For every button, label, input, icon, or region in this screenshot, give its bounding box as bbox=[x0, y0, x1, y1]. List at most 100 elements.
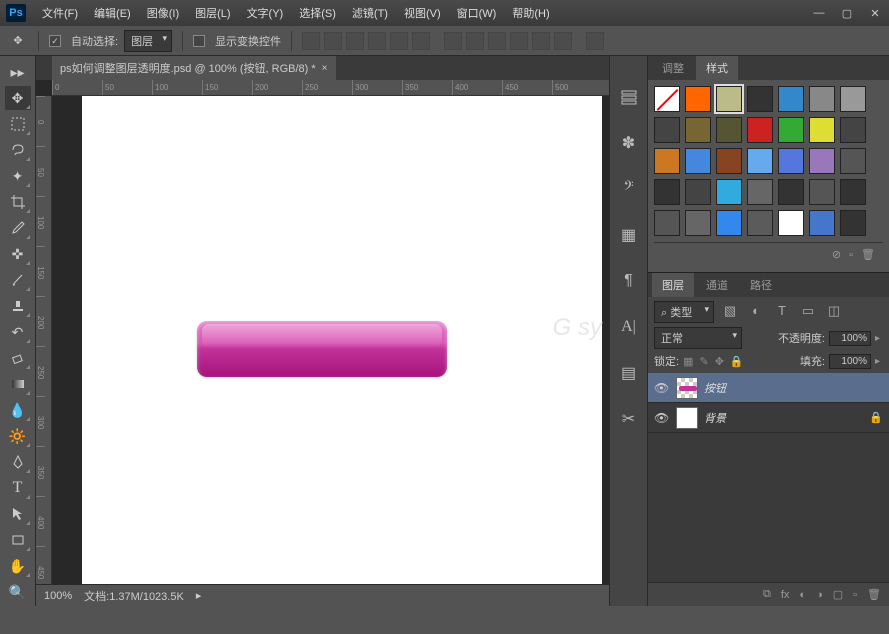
menu-filter[interactable]: 滤镜(T) bbox=[344, 1, 396, 25]
style-swatch[interactable] bbox=[840, 117, 866, 143]
menu-edit[interactable]: 编辑(E) bbox=[86, 1, 139, 25]
style-swatch[interactable] bbox=[809, 117, 835, 143]
style-swatch[interactable] bbox=[747, 179, 773, 205]
healing-tool[interactable]: ✜ bbox=[5, 242, 31, 266]
filter-smart-icon[interactable]: ◫ bbox=[824, 303, 844, 321]
style-swatch[interactable] bbox=[809, 148, 835, 174]
style-swatch[interactable] bbox=[840, 210, 866, 236]
crop-tool[interactable] bbox=[5, 190, 31, 214]
hand-tool[interactable]: ✋ bbox=[5, 554, 31, 578]
maximize-button[interactable]: ▢ bbox=[833, 2, 861, 24]
style-swatch[interactable] bbox=[747, 148, 773, 174]
lasso-tool[interactable] bbox=[5, 138, 31, 162]
dock-gear-icon[interactable]: ✽ bbox=[618, 132, 640, 154]
dodge-tool[interactable]: 🔆 bbox=[5, 424, 31, 448]
style-swatch[interactable] bbox=[716, 117, 742, 143]
lock-pixels-icon[interactable]: ▦ bbox=[683, 355, 693, 368]
filter-type-dropdown[interactable]: ⌕ 类型 bbox=[654, 301, 714, 323]
marquee-tool[interactable] bbox=[5, 112, 31, 136]
close-tab-icon[interactable]: × bbox=[322, 63, 328, 74]
style-swatch[interactable] bbox=[747, 210, 773, 236]
visibility-icon[interactable]: 👁 bbox=[654, 381, 670, 395]
filter-adjust-icon[interactable]: ◐ bbox=[746, 303, 766, 321]
close-button[interactable]: ✕ bbox=[861, 2, 889, 24]
style-swatch[interactable] bbox=[716, 86, 742, 112]
pen-tool[interactable] bbox=[5, 450, 31, 474]
filter-image-icon[interactable]: ▧ bbox=[720, 303, 740, 321]
layer-item-button[interactable]: 👁 按钮 bbox=[648, 373, 889, 403]
auto-select-dropdown[interactable]: 图层 bbox=[124, 30, 172, 52]
style-swatch[interactable] bbox=[840, 148, 866, 174]
menu-file[interactable]: 文件(F) bbox=[34, 1, 86, 25]
style-swatch[interactable] bbox=[809, 179, 835, 205]
style-swatch[interactable] bbox=[716, 210, 742, 236]
dock-ruler-icon[interactable]: ✂ bbox=[618, 408, 640, 430]
status-arrow-icon[interactable]: ▸ bbox=[196, 589, 202, 602]
move-tool[interactable]: ✥ bbox=[5, 86, 31, 110]
filter-shape-icon[interactable]: ▭ bbox=[798, 303, 818, 321]
dock-paragraph-icon[interactable]: ¶ bbox=[618, 270, 640, 292]
delete-layer-icon[interactable]: 🗑 bbox=[867, 588, 881, 601]
opacity-input[interactable]: 100% bbox=[829, 331, 871, 346]
style-swatch[interactable] bbox=[778, 210, 804, 236]
pink-button-layer[interactable] bbox=[197, 321, 447, 377]
layer-item-background[interactable]: 👁 背景 🔒 bbox=[648, 403, 889, 433]
menu-view[interactable]: 视图(V) bbox=[396, 1, 449, 25]
style-swatch[interactable] bbox=[685, 86, 711, 112]
path-selection-tool[interactable] bbox=[5, 502, 31, 526]
dock-character-icon[interactable]: A| bbox=[618, 316, 640, 338]
dock-swatches-icon[interactable]: ▦ bbox=[618, 224, 640, 246]
style-swatch[interactable] bbox=[654, 179, 680, 205]
style-swatch[interactable] bbox=[778, 148, 804, 174]
canvas[interactable]: G sy bbox=[52, 96, 609, 584]
style-swatch[interactable] bbox=[840, 86, 866, 112]
dock-brush-icon[interactable]: 𝄢 bbox=[618, 178, 640, 200]
magic-wand-tool[interactable]: ✦ bbox=[5, 164, 31, 188]
menu-select[interactable]: 选择(S) bbox=[291, 1, 344, 25]
style-swatch[interactable] bbox=[809, 86, 835, 112]
tab-adjustments[interactable]: 调整 bbox=[652, 56, 694, 80]
clear-style-icon[interactable]: ⊘ bbox=[832, 248, 841, 261]
style-swatch[interactable] bbox=[840, 179, 866, 205]
stamp-tool[interactable] bbox=[5, 294, 31, 318]
style-swatch[interactable] bbox=[685, 148, 711, 174]
blend-mode-dropdown[interactable]: 正常 bbox=[654, 327, 742, 349]
style-swatch[interactable] bbox=[778, 179, 804, 205]
style-swatch[interactable] bbox=[685, 210, 711, 236]
history-brush-tool[interactable]: ↶ bbox=[5, 320, 31, 344]
menu-layer[interactable]: 图层(L) bbox=[187, 1, 238, 25]
adjustment-icon[interactable]: ◑ bbox=[816, 589, 823, 601]
rectangle-tool[interactable] bbox=[5, 528, 31, 552]
style-swatch[interactable] bbox=[778, 86, 804, 112]
style-swatch[interactable] bbox=[654, 210, 680, 236]
style-swatch[interactable] bbox=[809, 210, 835, 236]
visibility-icon[interactable]: 👁 bbox=[654, 411, 670, 425]
lock-move-icon[interactable]: ✥ bbox=[715, 355, 724, 368]
style-swatch[interactable] bbox=[654, 148, 680, 174]
fx-icon[interactable]: fx bbox=[781, 589, 790, 601]
auto-select-checkbox[interactable] bbox=[49, 35, 61, 47]
style-swatch[interactable] bbox=[778, 117, 804, 143]
tool-tab-icon[interactable]: ▸▸ bbox=[5, 60, 31, 84]
type-tool[interactable]: T bbox=[5, 476, 31, 500]
zoom-tool[interactable]: 🔍 bbox=[5, 580, 31, 604]
style-swatch[interactable] bbox=[654, 117, 680, 143]
filter-type-icon[interactable]: T bbox=[772, 303, 792, 321]
gradient-tool[interactable] bbox=[5, 372, 31, 396]
style-swatch[interactable] bbox=[654, 86, 680, 112]
link-layers-icon[interactable]: ⧉ bbox=[763, 588, 771, 601]
delete-style-icon[interactable]: 🗑 bbox=[861, 248, 875, 261]
new-layer-icon[interactable]: ▫ bbox=[853, 589, 857, 601]
status-zoom[interactable]: 100% bbox=[44, 590, 72, 602]
brush-tool[interactable] bbox=[5, 268, 31, 292]
style-swatch[interactable] bbox=[716, 148, 742, 174]
new-style-icon[interactable]: ▫ bbox=[849, 249, 853, 261]
tab-styles[interactable]: 样式 bbox=[696, 56, 738, 80]
group-icon[interactable]: ▢ bbox=[833, 588, 843, 601]
style-swatch[interactable] bbox=[685, 179, 711, 205]
fill-input[interactable]: 100% bbox=[829, 354, 871, 369]
dock-notes-icon[interactable]: ▤ bbox=[618, 362, 640, 384]
mask-icon[interactable]: ◐ bbox=[799, 589, 806, 601]
dock-history-icon[interactable] bbox=[618, 86, 640, 108]
layer-name[interactable]: 背景 bbox=[704, 410, 726, 426]
